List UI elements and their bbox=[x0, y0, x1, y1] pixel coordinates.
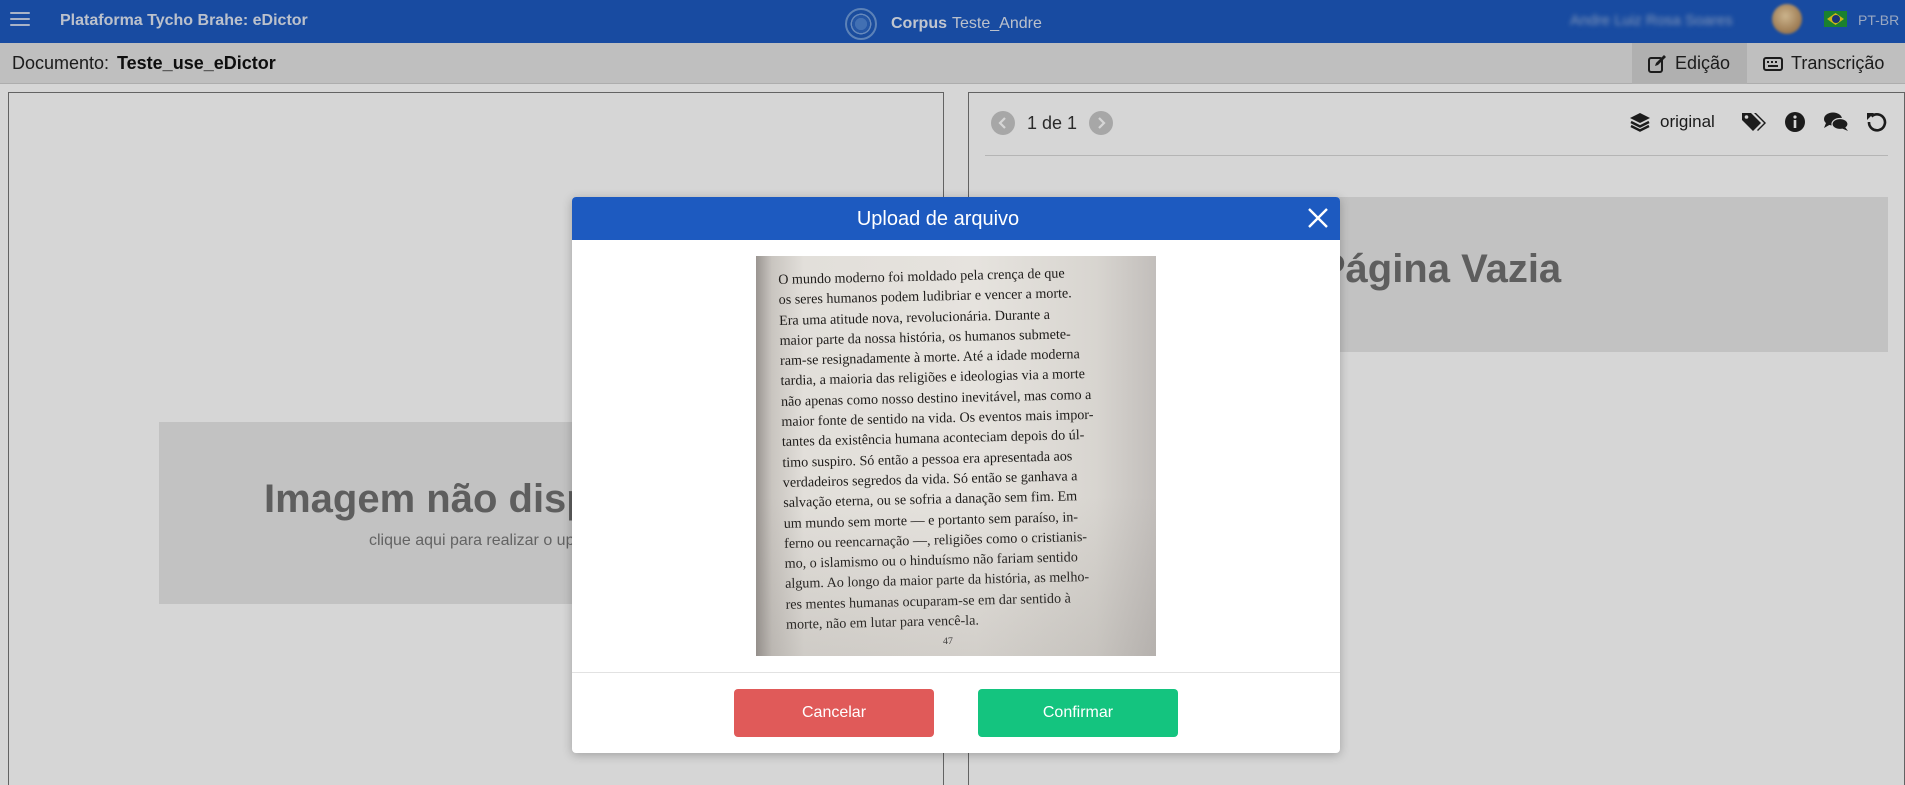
close-icon[interactable] bbox=[1306, 206, 1330, 230]
cancel-button[interactable]: Cancelar bbox=[734, 689, 934, 737]
confirm-button[interactable]: Confirmar bbox=[978, 689, 1178, 737]
uploaded-image-preview: O mundo moderno foi moldado pela crença … bbox=[756, 256, 1156, 656]
modal-header: Upload de arquivo bbox=[572, 197, 1340, 240]
modal-title: Upload de arquivo bbox=[856, 208, 1020, 230]
book-page-number: 47 bbox=[942, 635, 954, 648]
book-page-text: O mundo moderno foi moldado pela crença … bbox=[778, 262, 1146, 635]
divider bbox=[572, 672, 1340, 673]
upload-modal: Upload de arquivo O mundo moderno foi mo… bbox=[572, 197, 1340, 753]
